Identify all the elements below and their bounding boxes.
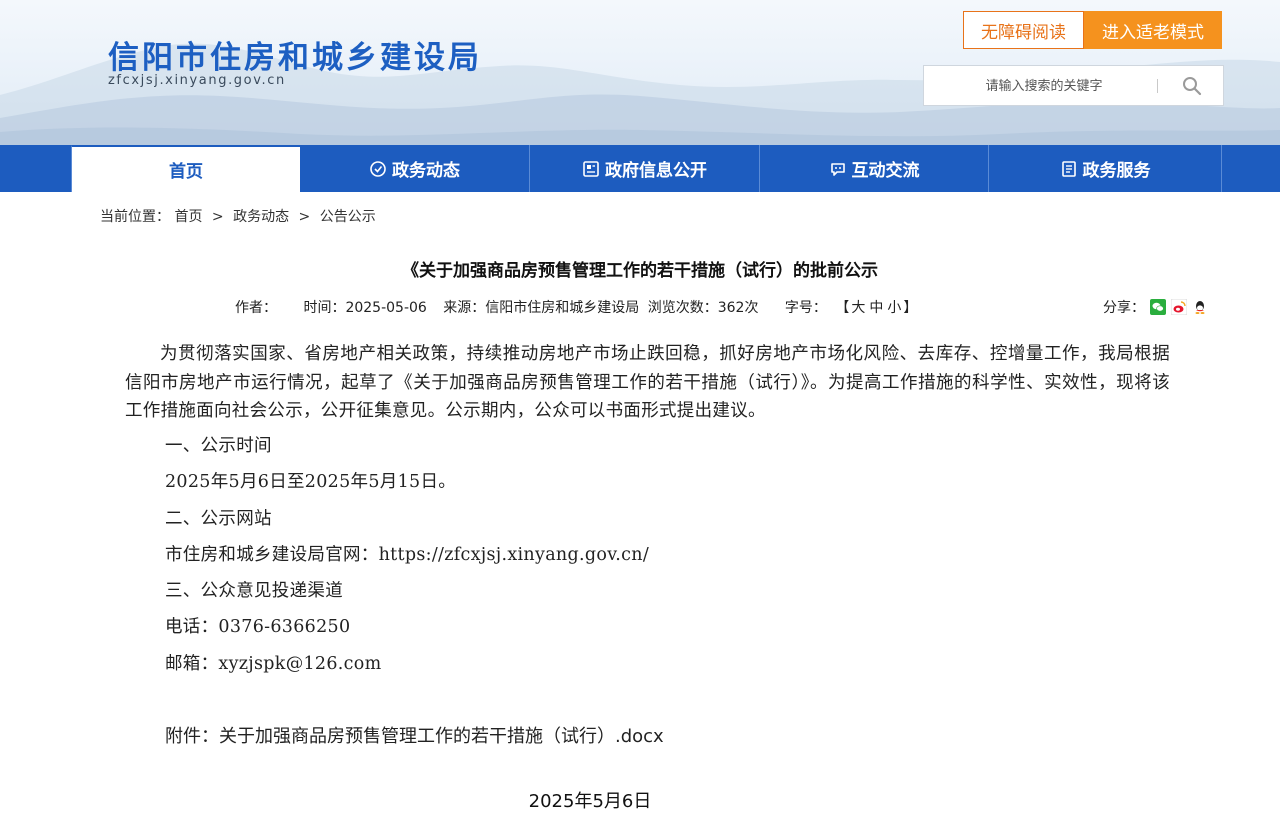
article-title: 《关于加强商品房预售管理工作的若干措施（试行）的批前公示 [402,261,878,281]
nav-item-government-news[interactable]: 政务动态 [300,145,530,192]
nav-item-home[interactable]: 首页 [71,145,300,192]
search-box [923,65,1224,106]
section-heading-channels: 三、公众意见投递渠道 [165,581,343,601]
source-label: 来源： [443,300,486,316]
search-button[interactable] [1180,74,1204,98]
nav-item-info-disclosure[interactable]: 政府信息公开 [530,145,760,192]
fontsize-small-link[interactable]: 小 [887,300,901,316]
breadcrumb-prefix: 当前位置： [100,209,170,225]
service-icon [1060,160,1078,178]
breadcrumb-separator: > [298,209,311,225]
site-header: 信阳市住房和城乡建设局 zfcxjsj.xinyang.gov.cn 无障碍阅读… [0,0,1280,145]
elder-mode-button[interactable]: 进入适老模式 [1084,11,1222,49]
author-label: 作者： [235,300,277,316]
search-icon [1183,77,1202,96]
site-title: 信阳市住房和城乡建设局 [108,40,482,76]
fontsize-selector: 【大中小】 [835,300,917,316]
breadcrumb-home-link[interactable]: 首页 [174,209,202,225]
nav-item-interaction[interactable]: 互动交流 [760,145,989,192]
search-input[interactable] [934,74,1154,98]
intro-paragraph: 为贯彻落实国家、省房地产相关政策，持续推动房地产市场止跌回稳，抓好房地产市场化风… [125,344,1170,421]
share-label: 分享： [1103,300,1145,316]
share-bar: 分享： [1103,297,1208,317]
wechat-icon[interactable] [1150,299,1166,315]
fontsize-large-link[interactable]: 大 [851,300,865,316]
attachment-link[interactable]: 关于加强商品房预售管理工作的若干措施（试行）.docx [219,726,664,747]
fontsize-label: 字号： [784,300,827,316]
fontsize-bracket: 】 [903,300,918,316]
breadcrumb-separator: > [211,209,224,225]
nav-item-label: 首页 [169,162,203,182]
qq-icon[interactable] [1192,299,1208,315]
publish-date: 2025年5月6日 [528,791,652,812]
breadcrumb-notice-link[interactable]: 公告公示 [320,209,376,225]
search-divider [1157,79,1158,93]
weibo-icon[interactable] [1170,298,1188,316]
nav-item-label: 政府信息公开 [605,161,707,181]
views-label: 浏览次数： [647,300,718,316]
section-heading-time: 一、公示时间 [165,436,272,456]
chat-icon [829,160,847,178]
nav-item-label: 政务动态 [392,161,460,181]
attachment: 附件：关于加强商品房预售管理工作的若干措施（试行）.docx [165,722,664,748]
notice-period-text: 2025年5月6日至2025年5月15日。 [165,472,457,492]
website-text: 市住房和城乡建设局官网：https://zfcxjsj.xinyang.gov.… [165,545,650,565]
accessibility-reading-button[interactable]: 无障碍阅读 [963,11,1084,49]
main-nav: 首页 政务动态 政府信息公开 互动交流 政务服务 [0,145,1280,192]
article-meta: 作者： 时间：2025-05-06 来源：信阳市住房和城乡建设局 浏览次数：36… [235,297,917,317]
section-heading-website: 二、公示网站 [165,509,272,529]
views-value: 362次 [717,300,759,316]
phone-text: 电话：0376-6366250 [165,617,351,637]
breadcrumb: 当前位置： 首页 > 政务动态 > 公告公示 [100,206,376,226]
source-value: 信阳市住房和城乡建设局 [485,300,640,316]
nav-item-label: 政务服务 [1082,161,1151,181]
attachment-label: 附件： [165,726,219,747]
article-body: 为贯彻落实国家、省房地产相关政策，持续推动房地产市场止跌回稳，抓好房地产市场化风… [125,340,1170,426]
site-domain: zfcxjsj.xinyang.gov.cn [108,73,286,88]
fontsize-medium-link[interactable]: 中 [869,300,883,316]
time-value: 2025-05-06 [345,300,427,316]
nav-item-label: 互动交流 [851,161,920,181]
email-text: 邮箱：xyzjspk@126.com [165,654,382,674]
fontsize-bracket: 【 [835,300,850,316]
nav-item-government-service[interactable]: 政务服务 [989,145,1222,192]
info-icon [582,160,600,178]
time-label: 时间： [303,300,346,316]
breadcrumb-news-link[interactable]: 政务动态 [233,209,289,225]
news-icon [369,160,387,178]
